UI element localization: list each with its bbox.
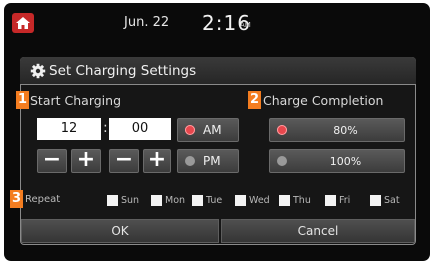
charge-80-label: 80% — [333, 123, 358, 137]
sun-checkbox[interactable] — [107, 195, 118, 206]
am-label: AM — [203, 123, 222, 137]
fri-label: Fri — [339, 195, 351, 206]
charge-100-label: 100% — [329, 154, 362, 168]
thu-checkbox[interactable] — [279, 195, 290, 206]
head-unit-display: Jun. 22 2:16 AM Set Charging Settings 1 … — [4, 3, 430, 261]
section-badge-2: 2 — [248, 91, 261, 109]
pm-radio-button[interactable]: PM — [177, 149, 239, 173]
sat-label: Sat — [384, 195, 400, 206]
section-badge-3: 3 — [10, 190, 23, 208]
charge-100-radio-button[interactable]: 100% — [269, 149, 405, 173]
home-button[interactable] — [12, 13, 34, 33]
tue-label: Tue — [206, 195, 223, 206]
ok-button[interactable]: OK — [21, 219, 219, 243]
time-separator: : — [103, 120, 108, 136]
thu-label: Thu — [293, 195, 311, 206]
pm-label: PM — [203, 154, 221, 168]
sat-checkbox[interactable] — [370, 195, 381, 206]
charge-completion-label: Charge Completion — [263, 93, 384, 108]
repeat-label: Repeat — [25, 194, 61, 205]
radio-selected-icon — [185, 125, 195, 135]
section-badge-1: 1 — [16, 91, 29, 109]
cancel-button[interactable]: Cancel — [221, 219, 415, 243]
clock-ampm: AM — [240, 21, 251, 29]
mon-label: Mon — [165, 195, 186, 206]
fri-checkbox[interactable] — [325, 195, 336, 206]
screen: Jun. 22 2:16 AM Set Charging Settings 1 … — [0, 0, 434, 265]
sun-label: Sun — [121, 195, 140, 206]
tue-checkbox[interactable] — [192, 195, 203, 206]
hour-decrement-button[interactable]: − — [37, 149, 67, 173]
minute-field[interactable]: 00 — [109, 118, 171, 140]
radio-unselected-icon — [185, 156, 195, 166]
am-radio-button[interactable]: AM — [177, 118, 239, 142]
date-display: Jun. 22 — [124, 15, 170, 30]
gear-icon — [30, 63, 46, 79]
wed-label: Wed — [249, 195, 270, 206]
radio-unselected-icon — [277, 156, 287, 166]
charge-80-radio-button[interactable]: 80% — [269, 118, 405, 142]
hour-increment-button[interactable]: + — [71, 149, 101, 173]
hour-field[interactable]: 12 — [37, 118, 101, 140]
mon-checkbox[interactable] — [151, 195, 162, 206]
dialog-title: Set Charging Settings — [49, 63, 197, 79]
minute-increment-button[interactable]: + — [143, 149, 171, 173]
radio-selected-icon — [277, 125, 287, 135]
minute-decrement-button[interactable]: − — [109, 149, 139, 173]
wed-checkbox[interactable] — [235, 195, 246, 206]
start-charging-label: Start Charging — [30, 93, 122, 108]
home-icon — [16, 17, 30, 29]
